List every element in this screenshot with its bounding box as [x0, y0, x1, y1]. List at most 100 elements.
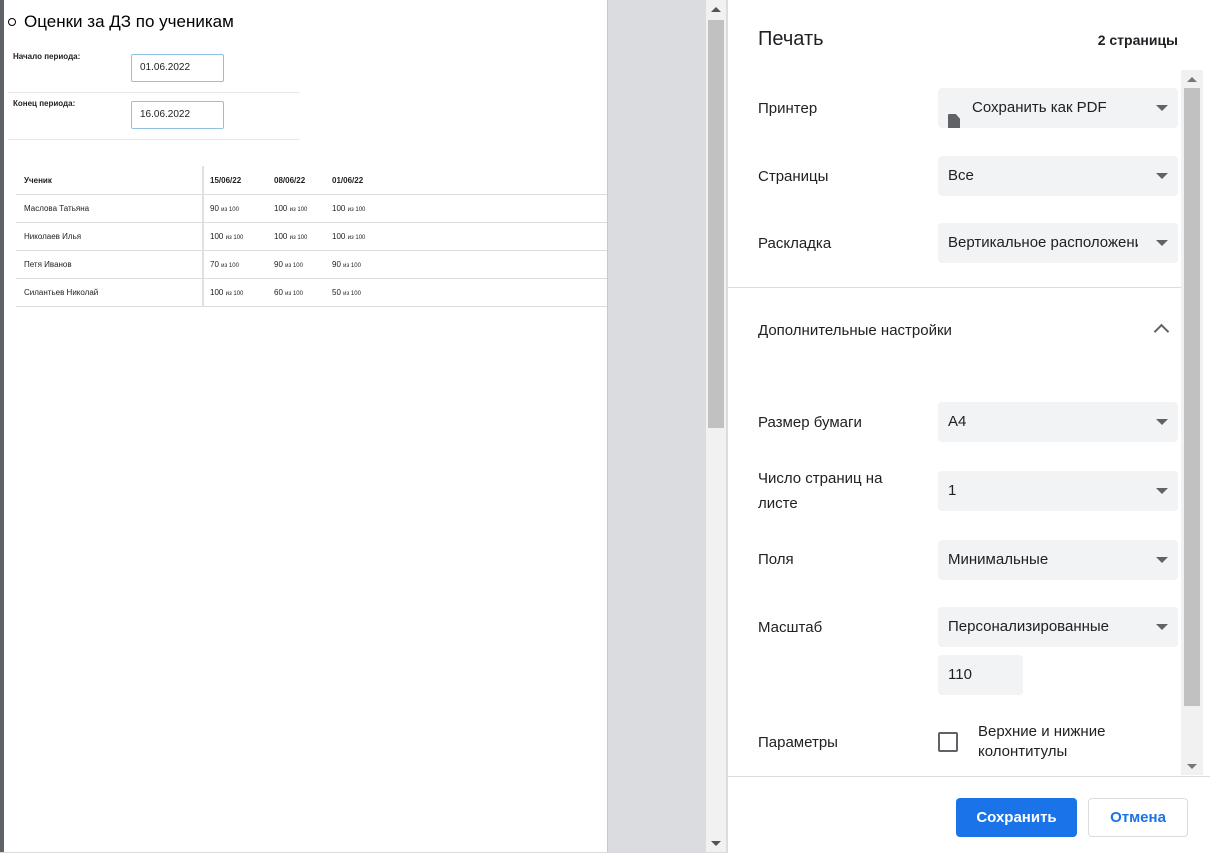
- settings-scrollbar-thumb[interactable]: [1184, 88, 1200, 706]
- pages-select[interactable]: Все: [938, 156, 1178, 196]
- grade-score: 50: [332, 288, 341, 297]
- pages-value: Все: [948, 167, 974, 184]
- student-name: Петя Иванов: [16, 250, 204, 279]
- scroll-down-arrow-icon[interactable]: [711, 841, 721, 846]
- grade-cell: 100 из 100: [203, 278, 268, 307]
- pages-label: Страницы: [758, 168, 829, 185]
- bullet-icon: [8, 18, 16, 26]
- grade-cell: 100 из 100: [332, 194, 607, 223]
- pages-count: 2 страницы: [1097, 32, 1178, 48]
- grades-table: Ученик 15/06/22 08/06/22 01/06/22 Маслов…: [16, 166, 607, 307]
- dropdown-caret-icon: [1156, 488, 1168, 494]
- pages-per-sheet-label-line1: Число страниц на: [758, 470, 883, 487]
- dropdown-caret-icon: [1156, 173, 1168, 179]
- table-row: Маслова Татьяна 90 из 100 100 из 100 100…: [16, 194, 607, 223]
- column-header-date: 08/06/22: [268, 166, 332, 195]
- print-settings-panel: Печать 2 страницы Принтер Сохранить как …: [727, 0, 1210, 853]
- preview-scrollbar-thumb[interactable]: [708, 20, 724, 428]
- grade-score: 90: [210, 204, 219, 213]
- cancel-button[interactable]: Отмена: [1088, 798, 1188, 837]
- grade-cell: 50 из 100: [332, 278, 607, 307]
- grade-score: 70: [210, 260, 219, 269]
- grade-score: 90: [332, 260, 341, 269]
- grade-max: из 100: [289, 207, 308, 213]
- advanced-settings-toggle[interactable]: Дополнительные настройки: [758, 322, 952, 339]
- student-name: Николаев Илья: [16, 222, 204, 251]
- layout-select[interactable]: Вертикальное расположение: [938, 223, 1178, 263]
- grade-score: 90: [274, 260, 283, 269]
- dropdown-caret-icon: [1156, 557, 1168, 563]
- paper-size-label: Размер бумаги: [758, 414, 862, 431]
- grade-score: 100: [274, 204, 288, 213]
- grade-max: из 100: [225, 235, 244, 241]
- scroll-down-arrow-icon[interactable]: [1187, 764, 1197, 769]
- paper-size-select[interactable]: A4: [938, 402, 1178, 442]
- grade-cell: 70 из 100: [203, 250, 268, 279]
- grade-cell: 90 из 100: [203, 194, 268, 223]
- period-end-label: Конец периода:: [13, 99, 76, 108]
- grade-max: из 100: [221, 207, 239, 213]
- grade-cell: 100 из 100: [332, 222, 607, 251]
- grade-max: из 100: [289, 235, 308, 241]
- panel-title: Печать: [758, 28, 824, 50]
- scroll-up-arrow-icon[interactable]: [1187, 77, 1197, 82]
- student-name: Силантьев Николай: [16, 278, 204, 307]
- margins-label: Поля: [758, 551, 794, 568]
- pages-per-sheet-label: Число страниц на листе: [758, 466, 882, 516]
- column-header-student: Ученик: [16, 166, 204, 195]
- options-label: Параметры: [758, 734, 838, 751]
- grade-cell: 90 из 100: [268, 250, 332, 279]
- margins-select[interactable]: Минимальные: [938, 540, 1178, 580]
- grade-max: из 100: [225, 291, 244, 297]
- panel-footer: Сохранить Отмена: [728, 776, 1210, 853]
- scroll-up-arrow-icon[interactable]: [711, 7, 721, 12]
- grade-score: 100: [210, 288, 224, 297]
- dropdown-caret-icon: [1156, 240, 1168, 246]
- grade-score: 60: [274, 288, 283, 297]
- column-header-date: 15/06/22: [203, 166, 268, 195]
- grade-cell: 100 из 100: [268, 194, 332, 223]
- printer-label: Принтер: [758, 100, 818, 117]
- section-divider: [728, 287, 1188, 288]
- scale-label: Масштаб: [758, 619, 823, 636]
- period-start-row: Начало периода: 01.06.2022: [8, 46, 300, 93]
- grade-max: из 100: [285, 291, 303, 297]
- scale-value: Персонализированные: [948, 618, 1110, 635]
- grade-score: 100: [332, 232, 346, 241]
- chevron-up-icon[interactable]: [1153, 323, 1170, 340]
- scale-select[interactable]: Персонализированные: [938, 607, 1178, 647]
- pdf-doc-icon: [948, 114, 960, 128]
- layout-label: Раскладка: [758, 235, 832, 252]
- printer-select[interactable]: Сохранить как PDF: [938, 88, 1178, 128]
- dropdown-caret-icon: [1156, 105, 1168, 111]
- report-title-text: Оценки за ДЗ по ученикам: [24, 12, 234, 31]
- headers-footers-label[interactable]: Верхние и нижние колонтитулы: [978, 722, 1158, 762]
- preview-scrollbar[interactable]: [706, 0, 726, 852]
- printer-value: Сохранить как PDF: [972, 99, 1107, 116]
- margins-value: Минимальные: [948, 551, 1049, 568]
- table-row: Силантьев Николай 100 из 100 60 из 100 5…: [16, 278, 607, 307]
- grade-cell: 90 из 100: [332, 250, 607, 279]
- period-end-field: 16.06.2022: [131, 101, 224, 129]
- layout-value: Вертикальное расположение: [948, 234, 1138, 251]
- pages-per-sheet-select[interactable]: 1: [938, 471, 1178, 511]
- column-header-date: 01/06/22: [332, 166, 607, 195]
- save-button[interactable]: Сохранить: [956, 798, 1077, 837]
- paper-size-value: A4: [948, 413, 967, 430]
- period-start-label: Начало периода:: [13, 52, 81, 61]
- settings-scrollbar[interactable]: [1181, 70, 1203, 775]
- table-row: Петя Иванов 70 из 100 90 из 100 90 из 10…: [16, 250, 607, 279]
- print-preview-page: Оценки за ДЗ по ученикам Начало периода:…: [0, 0, 608, 852]
- grade-max: из 100: [347, 235, 366, 241]
- period-end-row: Конец периода: 16.06.2022: [8, 93, 300, 140]
- grade-cell: 60 из 100: [268, 278, 332, 307]
- table-row: Николаев Илья 100 из 100 100 из 100 100 …: [16, 222, 607, 251]
- grade-score: 100: [274, 232, 288, 241]
- headers-footers-checkbox[interactable]: [938, 732, 958, 752]
- period-start-field: 01.06.2022: [131, 54, 224, 82]
- grade-score: 100: [210, 232, 224, 241]
- student-name: Маслова Татьяна: [16, 194, 204, 223]
- table-header-row: Ученик 15/06/22 08/06/22 01/06/22: [16, 166, 607, 195]
- grade-max: из 100: [343, 263, 361, 269]
- scale-custom-input[interactable]: 110: [938, 655, 1023, 695]
